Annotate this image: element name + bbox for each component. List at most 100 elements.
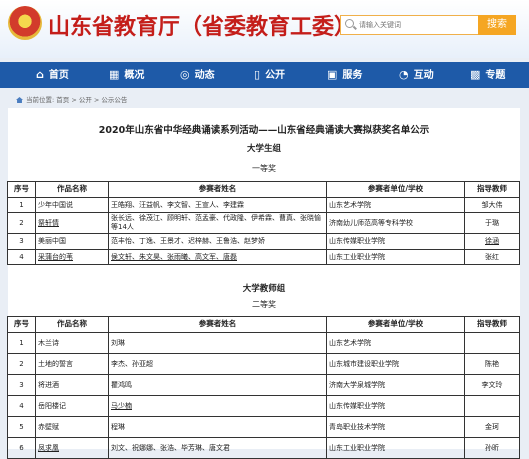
nav-home[interactable]: ⌂ 首页 xyxy=(36,62,69,88)
breadcrumb: 当前位置: 首页 > 公开 > 公示公告 xyxy=(16,94,127,104)
cell-title: 木兰诗 xyxy=(35,331,109,354)
table-header-row: 序号 作品名称 参赛者姓名 参赛者单位/学校 指导教师 xyxy=(7,316,520,333)
group-title: 大学生组 xyxy=(246,144,281,154)
site-title[interactable]: 山东省教育厅（省委教育工委） xyxy=(48,9,356,41)
cell-unit: 济南大学泉城学院 xyxy=(326,373,465,396)
cell-num: 4 xyxy=(7,394,36,417)
nav-service[interactable]: ▣ 服务 xyxy=(327,62,362,88)
cell-title: 将进酒 xyxy=(35,373,109,396)
cell-num: 1 xyxy=(7,331,36,354)
cell-title: 少年中国说 xyxy=(35,196,109,213)
cell-names: 刘文、祝娜娜、张浩、毕芳琳、唐文君 xyxy=(108,436,327,459)
column-header: 作品名称 xyxy=(35,316,109,333)
column-header: 序号 xyxy=(7,316,36,333)
nav-label: 互动 xyxy=(413,70,434,81)
column-header: 参赛者单位/学校 xyxy=(326,316,465,333)
site-header: 山东省教育厅（省委教育工委） 搜索 xyxy=(0,0,529,58)
search-input[interactable] xyxy=(359,17,471,33)
column-header: 参赛者姓名 xyxy=(108,316,327,333)
table-row: 1 木兰诗 刘琳 山东艺术学院 xyxy=(7,331,520,354)
cell-teacher: 陈艳 xyxy=(464,352,520,375)
cell-names: 李杰、孙亚超 xyxy=(108,352,327,375)
cell-names: 瞿鸿鸣 xyxy=(108,373,327,396)
nav-public[interactable]: ▯ 公开 xyxy=(254,62,285,88)
cell-title: 美丽中国 xyxy=(35,233,109,250)
column-header: 指导教师 xyxy=(464,181,520,198)
nav-label: 公开 xyxy=(265,70,286,81)
nav-label: 概况 xyxy=(124,70,145,81)
cell-num: 5 xyxy=(7,415,36,438)
cell-unit: 青岛职业技术学院 xyxy=(326,415,465,438)
cell-teacher: 李文玲 xyxy=(464,373,520,396)
content-panel: 2020年山东省中华经典诵读系列活动——山东省经典诵读大赛拟获奖名单公示 大学生… xyxy=(7,108,520,459)
cell-title: 凤求凰 xyxy=(35,436,109,459)
cell-title: 岳阳楼记 xyxy=(35,394,109,417)
award-table-students: 序号 作品名称 参赛者姓名 参赛者单位/学校 指导教师 1 少年中国说 王皓翔、… xyxy=(7,181,520,265)
cell-unit: 山东艺术学院 xyxy=(326,196,465,213)
cell-title: 祭轩情 xyxy=(35,212,109,234)
cell-teacher xyxy=(464,394,520,417)
search-box[interactable] xyxy=(340,15,478,35)
prize-level: 一等奖 xyxy=(252,164,276,173)
award-table-teachers: 序号 作品名称 参赛者姓名 参赛者单位/学校 指导教师 1 木兰诗 刘琳 山东艺… xyxy=(7,316,520,459)
news-icon: ◎ xyxy=(180,68,190,81)
table-row: 6 凤求凰 刘文、祝娜娜、张浩、毕芳琳、唐文君 山东工业职业学院 孙昕 xyxy=(7,436,520,459)
nav-label: 服务 xyxy=(342,70,363,81)
nav-interact[interactable]: ◔ 互动 xyxy=(399,62,434,88)
nav-topic[interactable]: ▩ 专题 xyxy=(470,62,505,88)
nav-overview[interactable]: ▦ 概况 xyxy=(109,62,144,88)
page-title: 2020年山东省中华经典诵读系列活动——山东省经典诵读大赛拟获奖名单公示 xyxy=(98,125,430,136)
cell-unit: 山东传媒职业学院 xyxy=(326,233,465,250)
cell-teacher xyxy=(464,331,520,354)
cell-names: 程琳 xyxy=(108,415,327,438)
column-header: 参赛者姓名 xyxy=(108,181,327,198)
cell-unit: 山东城市建设职业学院 xyxy=(326,352,465,375)
cell-num: 4 xyxy=(7,248,36,265)
cell-num: 6 xyxy=(7,436,36,459)
cell-unit: 山东艺术学院 xyxy=(326,331,465,354)
search-button[interactable]: 搜索 xyxy=(478,15,516,35)
prize-level: 二等奖 xyxy=(252,300,276,309)
cell-unit: 山东工业职业学院 xyxy=(326,248,465,265)
chat-icon: ◔ xyxy=(399,68,409,81)
table-row: 1 少年中国说 王皓翔、汪益帆、李文智、王宣人、李建霖 山东艺术学院 邹大伟 xyxy=(7,196,520,213)
table-row: 2 土地的誓言 李杰、孙亚超 山东城市建设职业学院 陈艳 xyxy=(7,352,520,375)
cell-teacher: 孙昕 xyxy=(464,436,520,459)
breadcrumb-text[interactable]: 当前位置: 首页 > 公开 > 公示公告 xyxy=(26,96,127,104)
cell-names: 马少楠 xyxy=(108,394,327,417)
service-icon: ▣ xyxy=(327,68,338,81)
book-icon: ▯ xyxy=(254,68,261,81)
cell-teacher: 邹大伟 xyxy=(464,196,520,213)
cell-teacher: 徐涵 xyxy=(464,233,520,250)
table-row: 2 祭轩情 张长远、徐茂江、顾明轩、范孟豪、代政隆、伊希霖、曹真、张晓愉等14人… xyxy=(7,212,520,234)
cell-num: 2 xyxy=(7,212,36,234)
main-nav: ⌂ 首页 ▦ 概况 ◎ 动态 ▯ 公开 ▣ 服务 ◔ 互动 ▩ 专题 xyxy=(0,62,529,88)
cell-num: 3 xyxy=(7,373,36,396)
cell-num: 3 xyxy=(7,233,36,250)
nav-label: 动态 xyxy=(194,70,215,81)
cell-teacher: 于璐 xyxy=(464,212,520,234)
topic-icon: ▩ xyxy=(470,68,481,81)
table-row: 4 采蒲台的苇 侯文轩、朱文昊、张雨曦、高文军、唐磊 山东工业职业学院 张红 xyxy=(7,248,520,265)
cell-num: 2 xyxy=(7,352,36,375)
cell-num: 1 xyxy=(7,196,36,213)
cell-title: 土地的誓言 xyxy=(35,352,109,375)
group-title: 大学教师组 xyxy=(242,284,286,294)
home-icon: ⌂ xyxy=(36,68,44,81)
breadcrumb-home-icon xyxy=(16,97,23,103)
cell-names: 刘琳 xyxy=(108,331,327,354)
nav-news[interactable]: ◎ 动态 xyxy=(180,62,215,88)
column-header: 指导教师 xyxy=(464,316,520,333)
cell-title: 赤壁赋 xyxy=(35,415,109,438)
cell-teacher: 张红 xyxy=(464,248,520,265)
table-row: 4 岳阳楼记 马少楠 山东传媒职业学院 xyxy=(7,394,520,417)
cell-unit: 山东传媒职业学院 xyxy=(326,394,465,417)
table-row: 3 将进酒 瞿鸿鸣 济南大学泉城学院 李文玲 xyxy=(7,373,520,396)
cell-unit: 济南幼儿师范高等专科学校 xyxy=(326,212,465,234)
column-header: 序号 xyxy=(7,181,36,198)
cell-title: 采蒲台的苇 xyxy=(35,248,109,265)
column-header: 作品名称 xyxy=(35,181,109,198)
cell-teacher: 金珂 xyxy=(464,415,520,438)
nav-label: 首页 xyxy=(48,70,69,81)
cell-names: 王皓翔、汪益帆、李文智、王宣人、李建霖 xyxy=(108,196,327,213)
